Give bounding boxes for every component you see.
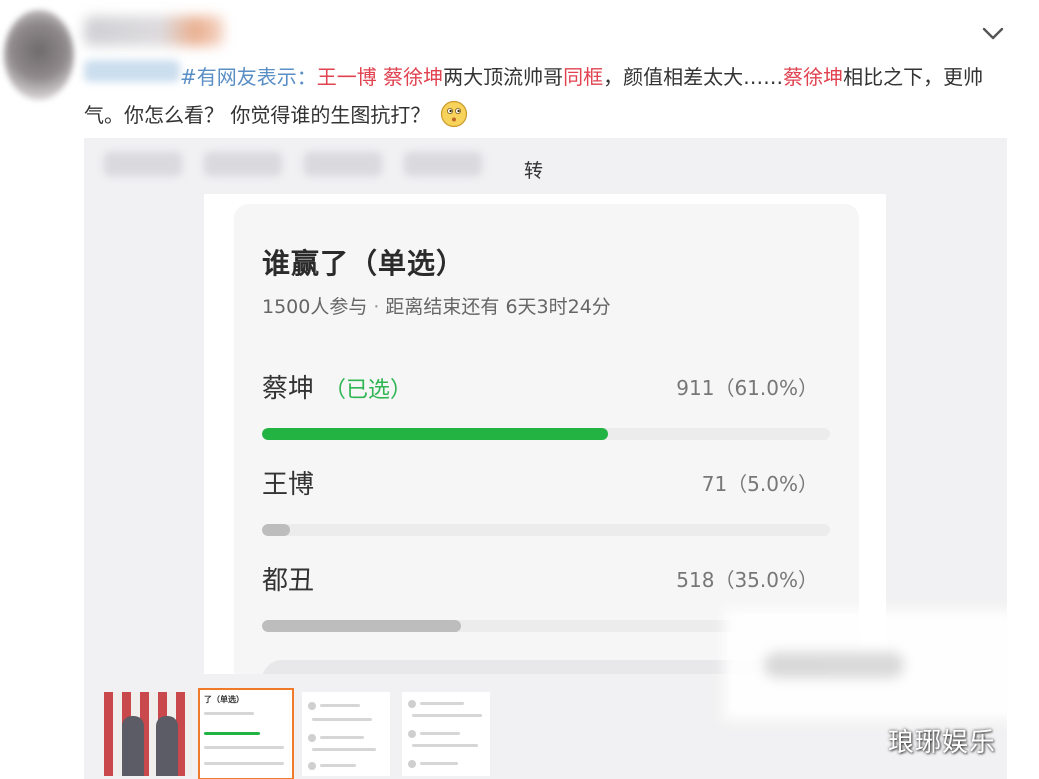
blurred-overlay bbox=[724, 610, 1024, 720]
hashtag-link[interactable]: #有网友表示： bbox=[84, 65, 317, 89]
poll-option-name: 王博 bbox=[262, 470, 315, 500]
poll-option-name: 蔡坤 （已选） bbox=[262, 374, 413, 404]
poll-option-stat: 71（5.0%） bbox=[701, 472, 818, 496]
repost-tabs-blurred bbox=[104, 152, 524, 182]
post-segment-4[interactable]: 蔡徐坤 bbox=[783, 65, 843, 89]
repost-media-area: 转 谁赢了（单选） 1500人参与 · 距离结束还有 6天3时24分 蔡坤 （已选） … bbox=[84, 138, 1024, 779]
poll-screenshot[interactable]: 谁赢了（单选） 1500人参与 · 距离结束还有 6天3时24分 蔡坤 （已选） 91… bbox=[204, 194, 886, 674]
watermark-text: 琅琊娱乐 bbox=[888, 728, 997, 758]
user-name-blurred[interactable] bbox=[84, 16, 224, 46]
post-text: #有网友表示：王一博 蔡徐坤两大顶流帅哥同框，颜值相差太大……蔡徐坤相比之下，更… bbox=[84, 58, 984, 134]
poll-card: 谁赢了（单选） 1500人参与 · 距离结束还有 6天3时24分 蔡坤 （已选） 91… bbox=[234, 204, 859, 674]
poll-bar-fill bbox=[262, 524, 291, 536]
post-segment-3: ，颜值相差太大…… bbox=[603, 65, 784, 89]
poll-bar-fill bbox=[262, 428, 609, 440]
poll-time-left: 距离结束还有 6天3时24分 bbox=[385, 296, 611, 318]
poll-meta: 1500人参与 · 距离结束还有 6天3时24分 bbox=[262, 292, 611, 319]
poll-selected-label: （已选） bbox=[324, 378, 413, 403]
post-segment-0[interactable]: 王一博 蔡徐坤 bbox=[317, 65, 443, 89]
repost-label[interactable]: 转 bbox=[524, 156, 543, 183]
thumbnail-comments-1[interactable] bbox=[302, 692, 390, 776]
poll-participants: 1500人参与 bbox=[262, 296, 368, 318]
avatar[interactable] bbox=[4, 10, 74, 100]
poll-option-stat: 911（61.0%） bbox=[676, 376, 818, 400]
thumbnail-comments-2[interactable] bbox=[402, 692, 490, 776]
poll-option-name: 都丑 bbox=[262, 566, 315, 596]
poll-bar-track bbox=[262, 428, 830, 440]
post-segment-1: 两大顶流帅哥 bbox=[443, 65, 564, 89]
thumbnail-poll-title: 了（单选） bbox=[204, 695, 244, 704]
poll-option-stat: 518（35.0%） bbox=[676, 568, 818, 592]
thumbnail-photo[interactable] bbox=[104, 692, 192, 776]
poll-bar-track bbox=[262, 524, 830, 536]
poll-bar-fill bbox=[262, 620, 461, 632]
weibo-post: #有网友表示：王一博 蔡徐坤两大顶流帅哥同框，颜值相差太大……蔡徐坤相比之下，更… bbox=[0, 0, 1039, 779]
thinking-face-icon bbox=[441, 100, 468, 128]
poll-title: 谁赢了（单选） bbox=[262, 247, 466, 280]
thumbnail-strip: 了（单选） bbox=[98, 688, 518, 779]
chevron-down-icon[interactable] bbox=[978, 20, 1008, 46]
thumbnail-poll-active[interactable]: 了（单选） bbox=[198, 688, 294, 779]
post-segment-2[interactable]: 同框 bbox=[563, 65, 603, 89]
poll-meta-separator: · bbox=[373, 296, 380, 318]
